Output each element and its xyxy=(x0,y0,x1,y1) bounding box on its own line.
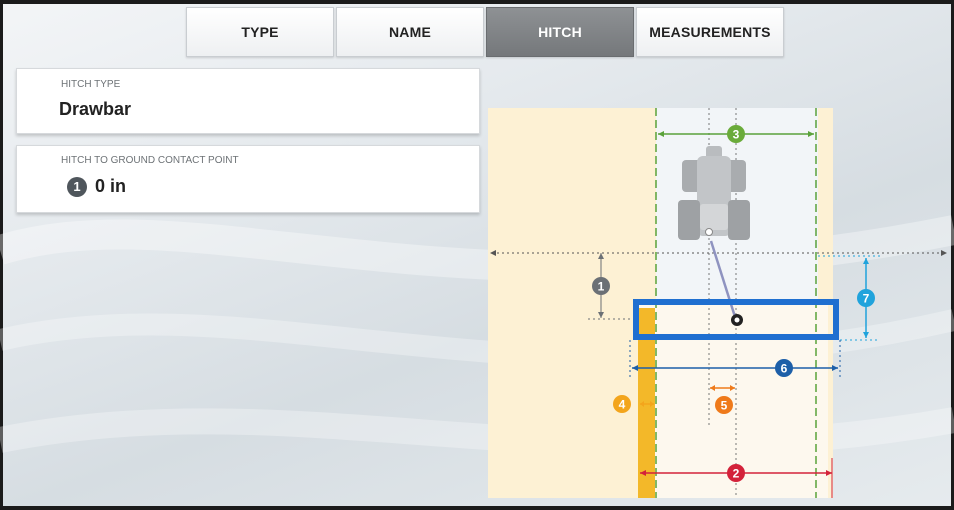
hitch-type-card[interactable]: HITCH TYPE Drawbar xyxy=(16,68,480,134)
measurement-2-marker-label: 2 xyxy=(733,467,740,481)
measurement-7-marker-label: 7 xyxy=(863,292,870,306)
hitch-contact-label: HITCH TO GROUND CONTACT POINT xyxy=(61,155,239,166)
tab-name[interactable]: NAME xyxy=(336,7,484,57)
tab-bar: TYPE NAME HITCH MEASUREMENTS xyxy=(186,7,786,57)
measurement-6-marker-label: 6 xyxy=(781,362,788,376)
measurement-5-marker-label: 5 xyxy=(721,399,728,413)
axle-arrow-right xyxy=(941,250,947,256)
measurement-1-badge: 1 xyxy=(67,177,87,198)
hitch-contact-value-row: 1 0 in xyxy=(67,176,127,198)
measurement-4-marker-label: 4 xyxy=(619,398,626,412)
tab-hitch[interactable]: HITCH xyxy=(486,7,634,57)
hitch-contact-card[interactable]: HITCH TO GROUND CONTACT POINT 1 0 in xyxy=(16,145,480,213)
measurement-1-marker-label: 1 xyxy=(598,280,605,294)
tab-measurements[interactable]: MEASUREMENTS xyxy=(636,7,784,57)
hitch-type-value: Drawbar xyxy=(59,99,132,119)
hitch-diagram: 3 1 7 6 5 4 2 xyxy=(488,108,947,498)
tab-type[interactable]: TYPE xyxy=(186,7,334,57)
measurement-3-marker-label: 3 xyxy=(733,128,740,142)
hitch-contact-value: 0 in xyxy=(95,176,127,196)
hitch-type-label: HITCH TYPE xyxy=(61,79,121,90)
